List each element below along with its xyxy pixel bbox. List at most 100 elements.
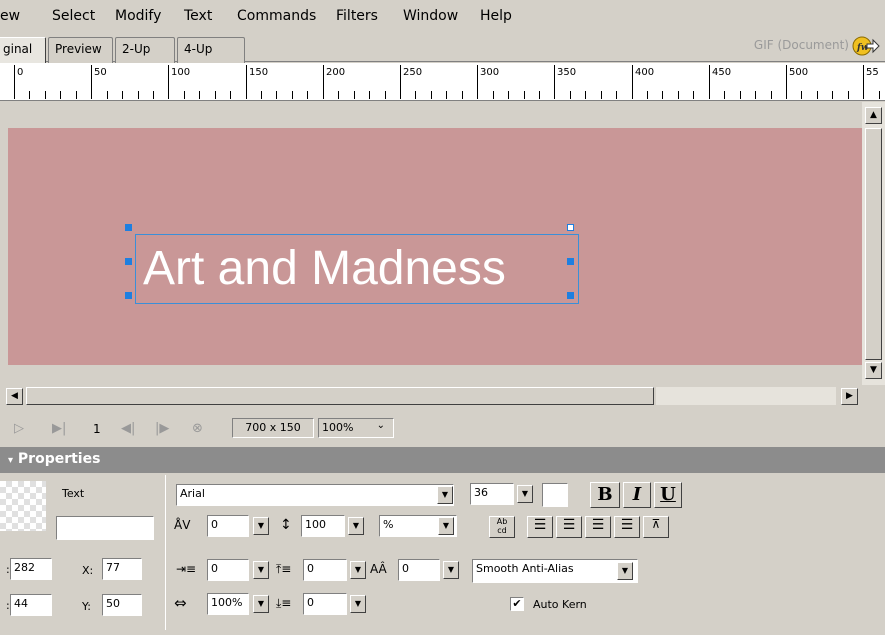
x-input[interactable]: 77: [102, 558, 142, 580]
selection-handle[interactable]: [567, 224, 574, 231]
tab-2-up[interactable]: 2-Up: [115, 37, 175, 63]
ruler-label: 50: [94, 67, 107, 78]
space-before-input[interactable]: 0: [303, 559, 347, 581]
canvas-size-field[interactable]: 700 x 150: [232, 418, 314, 438]
stop-icon[interactable]: ⊗: [192, 421, 203, 436]
kerning-input[interactable]: 0: [207, 515, 249, 537]
ruler-label: 55: [866, 67, 879, 78]
underline-button[interactable]: U: [654, 482, 682, 508]
align-right-icon[interactable]: ☰: [585, 516, 611, 538]
scroll-left-icon[interactable]: ◀: [6, 388, 23, 405]
chevron-down-icon[interactable]: ▼: [517, 485, 533, 503]
ruler-label: 500: [789, 67, 809, 78]
menu-modify[interactable]: Modify: [115, 8, 161, 24]
menu-view[interactable]: ew: [0, 8, 20, 24]
kerning-icon: ÅV: [174, 518, 191, 532]
align-center-icon[interactable]: ☰: [556, 516, 582, 538]
fireworks-jump-icon[interactable]: fw: [852, 35, 880, 57]
horizontal-scroll-thumb[interactable]: [26, 387, 654, 405]
selection-handle[interactable]: [125, 292, 132, 299]
vertical-scrollbar[interactable]: ▲ ▼: [862, 102, 885, 385]
bold-button[interactable]: B: [590, 482, 620, 508]
align-left-icon[interactable]: ☰: [527, 516, 553, 538]
chevron-down-icon[interactable]: ▼: [253, 561, 269, 579]
align-justify-icon[interactable]: ☰: [614, 516, 640, 538]
font-select[interactable]: Arial: [176, 484, 454, 506]
tab-4-up[interactable]: 4-Up: [177, 37, 245, 63]
properties-panel-header[interactable]: ▾ Properties: [0, 447, 885, 473]
chevron-down-icon[interactable]: ▼: [350, 561, 366, 579]
indent-input[interactable]: 0: [207, 559, 249, 581]
chevron-down-icon[interactable]: ▼: [443, 561, 459, 579]
scroll-down-icon[interactable]: ▼: [865, 362, 882, 379]
baseline-shift-input[interactable]: 0: [398, 559, 440, 581]
menu-text[interactable]: Text: [184, 8, 212, 24]
vertical-scroll-thumb[interactable]: [865, 128, 882, 360]
horizontal-scroll-track[interactable]: [656, 387, 836, 405]
selection-handle[interactable]: [125, 224, 132, 231]
antialias-select[interactable]: Smooth Anti-Alias: [472, 559, 638, 583]
font-value: Arial: [180, 487, 205, 500]
width-input[interactable]: 282: [10, 558, 52, 580]
chevron-down-icon[interactable]: ▼: [350, 595, 366, 613]
chevron-down-icon[interactable]: ▼: [253, 595, 269, 613]
align-stretch-icon[interactable]: ⊼: [643, 516, 669, 538]
ruler-label: 150: [249, 67, 269, 78]
italic-button[interactable]: I: [623, 482, 651, 508]
play-icon[interactable]: ▷: [14, 421, 24, 436]
zoom-value: 100%: [322, 421, 354, 434]
ruler-label: 250: [403, 67, 423, 78]
baseline-shift-icon: AÂ: [370, 562, 387, 576]
last-frame-icon[interactable]: ▶|: [52, 421, 66, 436]
text-color-swatch[interactable]: [542, 483, 568, 507]
canvas-area: Art and Madness: [0, 102, 862, 385]
previous-frame-icon[interactable]: ◀|: [121, 421, 135, 436]
chevron-down-icon[interactable]: ▼: [617, 562, 633, 580]
space-after-input[interactable]: 0: [303, 593, 347, 615]
document-canvas[interactable]: Art and Madness: [8, 128, 862, 365]
menu-filters[interactable]: Filters: [336, 8, 378, 24]
chevron-down-icon[interactable]: ▼: [438, 517, 454, 535]
space-after-icon: ⤓≡: [276, 596, 292, 610]
height-input[interactable]: 44: [10, 594, 52, 616]
font-size-input[interactable]: 36: [470, 483, 514, 505]
selection-handle[interactable]: [125, 258, 132, 265]
zoom-select[interactable]: 100% ⌄: [318, 418, 394, 438]
y-input[interactable]: 50: [102, 594, 142, 616]
ruler-label: 200: [326, 67, 346, 78]
text-direction-icon[interactable]: Ab cd: [489, 516, 515, 538]
leading-input[interactable]: 100: [301, 515, 345, 537]
menu-select[interactable]: Select: [52, 8, 95, 24]
horizontal-scrollbar[interactable]: ◀ ▶: [0, 385, 885, 409]
selection-box[interactable]: [135, 234, 579, 304]
menu-help[interactable]: Help: [480, 8, 512, 24]
collapse-triangle-icon: ▾: [8, 455, 14, 466]
chevron-down-icon[interactable]: ▼: [348, 517, 364, 535]
horizontal-scale-input[interactable]: 100%: [207, 593, 249, 615]
tab-preview[interactable]: Preview: [48, 37, 113, 63]
document-format-label: GIF (Document): [753, 38, 849, 52]
indent-icon: ⇥≡: [176, 562, 197, 576]
selection-handle[interactable]: [567, 258, 574, 265]
leading-unit-value: %: [383, 518, 394, 531]
x-label: X:: [82, 564, 94, 577]
selection-handle[interactable]: [567, 292, 574, 299]
ruler-label: 100: [171, 67, 191, 78]
chevron-down-icon[interactable]: ▼: [253, 517, 269, 535]
status-bar: ▷ ▶| 1 ◀| |▶ ⊗ 700 x 150 100% ⌄: [0, 411, 885, 447]
tab-original[interactable]: ginal: [0, 37, 46, 63]
next-frame-icon[interactable]: |▶: [155, 421, 169, 436]
object-name-input[interactable]: [56, 516, 154, 540]
menu-window[interactable]: Window: [403, 8, 458, 24]
menu-commands[interactable]: Commands: [237, 8, 316, 24]
ruler-label: 350: [557, 67, 577, 78]
ruler-label: 450: [712, 67, 732, 78]
menu-bar: ew Select Modify Text Commands Filters W…: [0, 0, 885, 32]
auto-kern-checkbox[interactable]: ✔: [510, 597, 524, 611]
chevron-down-icon[interactable]: ▼: [437, 486, 453, 504]
scroll-up-icon[interactable]: ▲: [865, 107, 882, 124]
horizontal-ruler: 0 50 100 150 200 250 300 350 400 450 500 55: [0, 63, 885, 101]
auto-kern-label: Auto Kern: [533, 598, 587, 611]
scroll-right-icon[interactable]: ▶: [841, 388, 858, 405]
properties-panel: Text : 282 X: 77 : 44 Y: 50 Arial ▼ 36 ▼…: [0, 473, 885, 635]
